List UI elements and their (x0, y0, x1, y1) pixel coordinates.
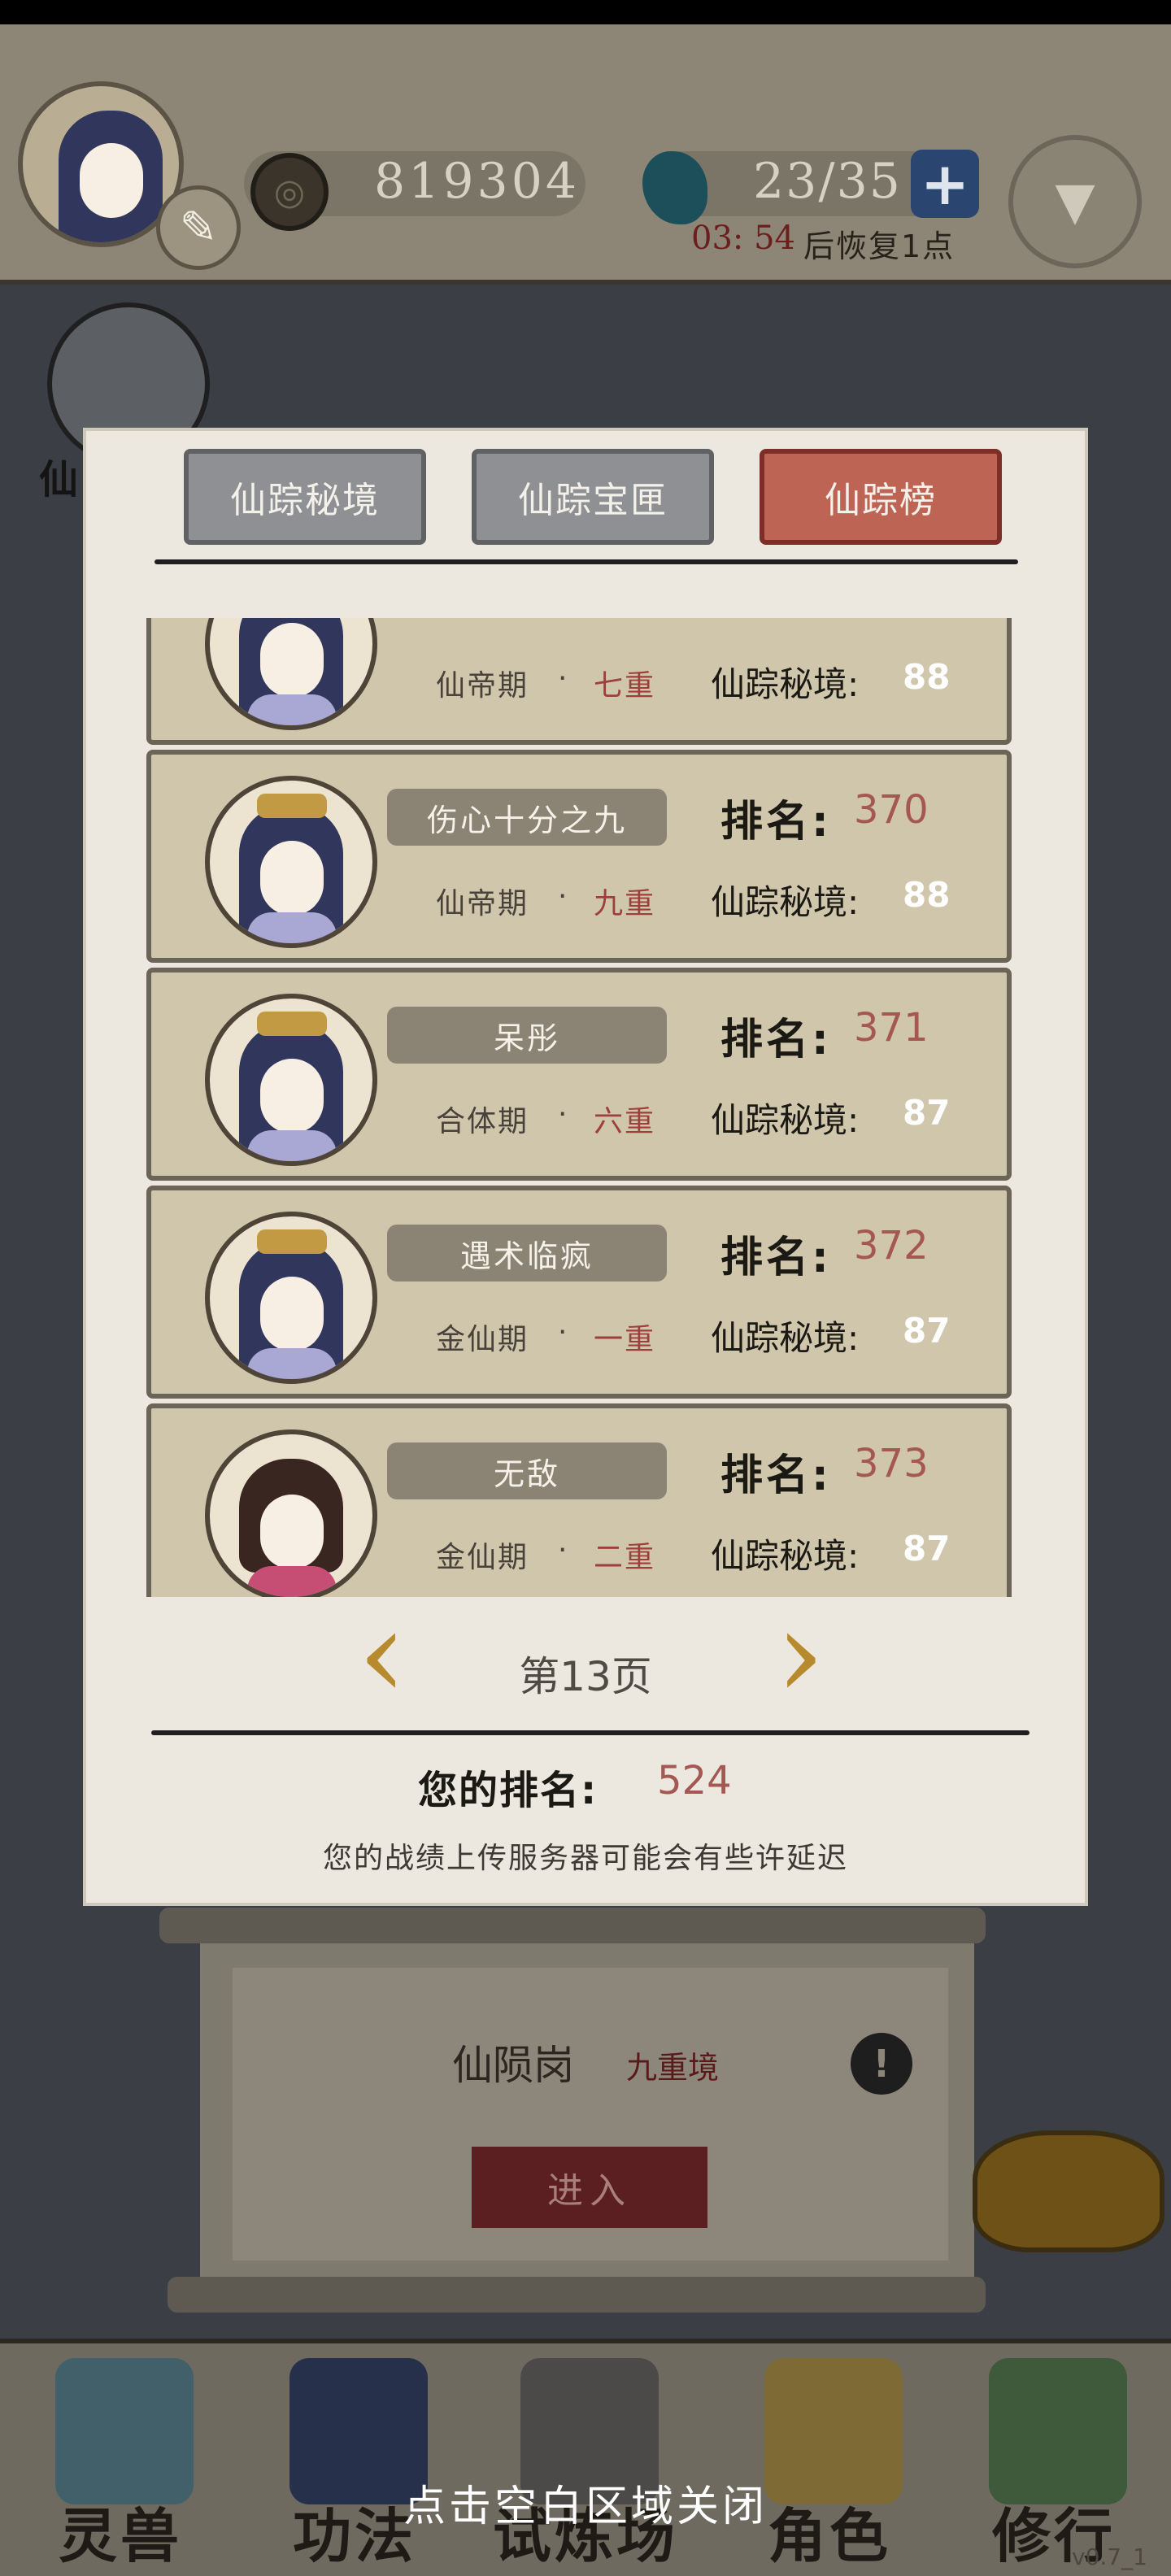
energy-value: 23/35 (753, 153, 902, 210)
realm-separator: · (558, 1316, 568, 1349)
realm-label: 金仙期 (436, 1323, 529, 1356)
nav-trial[interactable]: 试炼场 (488, 2342, 683, 2576)
prev-page-icon[interactable]: ‹ (350, 1587, 415, 1722)
realm-separator: · (558, 662, 568, 695)
player-name: 呆彤 (387, 1007, 667, 1064)
rank-value: 371 (854, 1005, 929, 1051)
realm-label: 仙帝期 (436, 887, 529, 920)
leaderboard-list[interactable]: 仙帝期 · 七重 仙踪秘境: 88 伤心十分之九 排名: 370 仙帝期 · 九… (143, 618, 1015, 1597)
avatar (205, 994, 377, 1166)
tab-secret-realm[interactable]: 仙踪秘境 (184, 449, 426, 545)
realm-layer: 九重 (594, 887, 656, 920)
score-value: 87 (903, 1529, 951, 1569)
furnace-icon[interactable] (973, 2130, 1164, 2252)
realm-separator: · (558, 1534, 568, 1567)
leaderboard-card[interactable]: 无敌 排名: 373 金仙期 · 二重 仙踪秘境: 87 (146, 1403, 1012, 1597)
enter-button[interactable]: 进入 (472, 2147, 707, 2228)
rank-label: 排名: (720, 1451, 832, 1500)
tab-leaderboard[interactable]: 仙踪榜 (760, 449, 1002, 545)
score-value: 88 (903, 875, 951, 915)
side-label: 仙 (39, 457, 79, 503)
score-label: 仙踪秘境: (711, 1318, 860, 1358)
score-label: 仙踪秘境: (711, 882, 860, 922)
rank-value: 373 (854, 1441, 929, 1486)
realm-layer: 六重 (594, 1105, 656, 1138)
leaderboard-card[interactable]: 仙帝期 · 七重 仙踪秘境: 88 (146, 618, 1012, 745)
player-name: 伤心十分之九 (387, 789, 667, 846)
realm-separator: · (558, 880, 568, 913)
realm-layer: 一重 (594, 1323, 656, 1356)
avatar (205, 618, 377, 730)
close-hint[interactable]: 点击空白区域关闭 (0, 2472, 1171, 2533)
dungeon-level: 九重境 (626, 2050, 720, 2086)
next-page-icon[interactable]: › (768, 1587, 833, 1722)
dungeon-name: 仙陨岗 (452, 2042, 574, 2089)
avatar (205, 1429, 377, 1597)
score-label: 仙踪秘境: (711, 1536, 860, 1576)
rank-value: 372 (854, 1223, 929, 1268)
version-label: v0.7_1 (1072, 2543, 1147, 2570)
player-name: 遇术临疯 (387, 1225, 667, 1281)
scroll-top-rod (159, 1908, 986, 1943)
realm-label: 仙帝期 (436, 669, 529, 703)
dropdown-icon[interactable]: ▼ (1008, 135, 1142, 268)
scroll-bottom-rod (168, 2277, 986, 2313)
divider (155, 559, 1018, 564)
coin-icon: ◎ (250, 153, 329, 231)
rank-label: 排名: (720, 1234, 832, 1282)
nav-spirit-beast[interactable]: 灵兽 (23, 2342, 218, 2576)
realm-label: 金仙期 (436, 1541, 529, 1574)
player-name: 无敌 (387, 1442, 667, 1499)
tab-treasure-box[interactable]: 仙踪宝匣 (472, 449, 714, 545)
avatar (205, 776, 377, 948)
add-energy-button[interactable]: + (911, 150, 979, 218)
divider (151, 1730, 1030, 1735)
nav-cultivation[interactable]: 修行 (956, 2342, 1151, 2576)
score-label: 仙踪秘境: (711, 1100, 860, 1140)
feather-icon[interactable]: ✎ (156, 185, 241, 270)
avatar (205, 1212, 377, 1384)
my-rank-value: 524 (657, 1758, 732, 1804)
notice-text: 您的战绩上传服务器可能会有些许延迟 (322, 1842, 848, 1875)
status-bar (0, 0, 1171, 24)
score-value: 87 (903, 1093, 951, 1133)
recover-text: 后恢复1点 (803, 228, 956, 264)
realm-label: 合体期 (436, 1105, 529, 1138)
score-label: 仙踪秘境: (711, 664, 860, 704)
leaderboard-card[interactable]: 遇术临疯 排名: 372 金仙期 · 一重 仙踪秘境: 87 (146, 1186, 1012, 1399)
realm-layer: 二重 (594, 1541, 656, 1574)
leaderboard-card[interactable]: 伤心十分之九 排名: 370 仙帝期 · 九重 仙踪秘境: 88 (146, 750, 1012, 963)
rank-label: 排名: (720, 798, 832, 846)
page-label: 第13页 (519, 1653, 652, 1700)
my-rank-label: 您的排名: (418, 1768, 599, 1813)
coin-value: 819304 (374, 153, 581, 210)
recover-timer: 03: 54 (691, 220, 795, 257)
info-icon[interactable]: ! (851, 2033, 912, 2095)
realm-layer: 七重 (594, 669, 656, 703)
nav-character[interactable]: 角色 (732, 2342, 927, 2576)
rank-label: 排名: (720, 1016, 832, 1064)
score-value: 87 (903, 1311, 951, 1351)
nav-skills[interactable]: 功法 (257, 2342, 452, 2576)
score-value: 88 (903, 657, 951, 697)
realm-separator: · (558, 1098, 568, 1131)
rank-value: 370 (854, 787, 929, 833)
leaderboard-card[interactable]: 呆彤 排名: 371 合体期 · 六重 仙踪秘境: 87 (146, 968, 1012, 1181)
